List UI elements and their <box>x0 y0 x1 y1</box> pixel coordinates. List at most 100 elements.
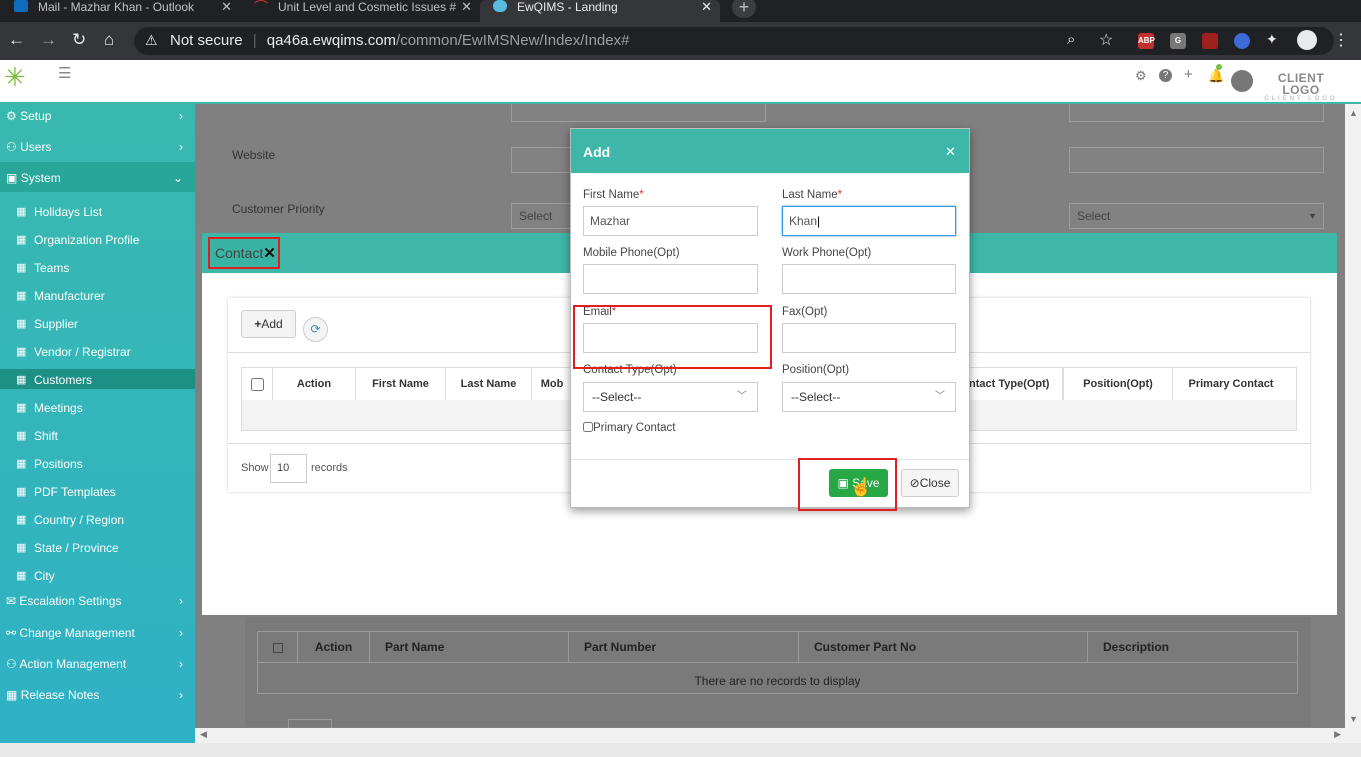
column-header-position[interactable]: Position(Opt) <box>1063 368 1173 400</box>
sidebar-item-city[interactable]: ▦ City <box>0 569 195 593</box>
contact-tab[interactable]: Contact✕ <box>208 237 280 269</box>
back-icon[interactable]: ← <box>8 30 25 50</box>
background-field <box>1069 104 1324 122</box>
sidebar-item-customers[interactable]: ▦ Customers <box>0 369 195 389</box>
reload-icon[interactable]: ↻ <box>72 30 86 50</box>
close-tab-icon[interactable]: ✕ <box>221 0 232 14</box>
browser-tab-ewqims[interactable]: EwQIMS - Landing ✕ <box>480 0 720 22</box>
sidebar-item-change-management[interactable]: ⚯ Change Management › <box>0 625 195 655</box>
system-icon: ▣ <box>6 171 18 185</box>
parts-column-description[interactable]: Description <box>1088 632 1297 662</box>
fax-input[interactable] <box>782 323 956 353</box>
sidebar-item-supplier[interactable]: ▦ Supplier <box>0 317 195 341</box>
zoom-icon[interactable]: ⌕ <box>1067 31 1075 48</box>
sidebar-item-holidays-list[interactable]: ▦ Holidays List <box>0 205 195 229</box>
user-avatar[interactable] <box>1231 70 1253 92</box>
modal-title: Add <box>583 144 611 160</box>
forward-icon[interactable]: → <box>40 30 57 50</box>
background-field[interactable] <box>1069 147 1324 173</box>
browser-tab-bar: Mail - Mazhar Khan - Outlook ✕ ⌒ Unit Le… <box>0 0 1361 22</box>
help-icon[interactable]: ? <box>1159 69 1172 82</box>
mobile-phone-label: Mobile Phone(Opt) <box>583 247 680 259</box>
vertical-scrollbar[interactable]: ▲ ▼ <box>1345 104 1361 728</box>
sidebar-item-manufacturer[interactable]: ▦ Manufacturer <box>0 289 195 313</box>
column-header-first-name[interactable]: First Name <box>356 368 446 400</box>
column-header-contact-type[interactable]: ntact Type(Opt) <box>969 368 1063 400</box>
parts-column-part-name[interactable]: Part Name <box>370 632 569 662</box>
sidebar-item-action-management[interactable]: ⚇ Action Management › <box>0 656 195 686</box>
chevron-right-icon: › <box>179 657 183 671</box>
pdf-extension-icon[interactable] <box>1202 33 1218 49</box>
column-header-action[interactable]: Action <box>273 368 356 400</box>
parts-select-all-checkbox[interactable] <box>272 642 283 653</box>
mobile-phone-input[interactable] <box>583 264 758 294</box>
hamburger-menu-icon[interactable]: ☰ <box>58 64 71 82</box>
notification-bell-icon[interactable]: 🔔 <box>1208 68 1224 84</box>
sidebar-item-shift[interactable]: ▦ Shift <box>0 429 195 453</box>
parts-column-part-number[interactable]: Part Number <box>569 632 799 662</box>
position-select[interactable]: --Select-- ﹀ <box>782 382 956 412</box>
customer-priority-label: Customer Priority <box>232 202 325 216</box>
browser-menu-icon[interactable]: ⋮ <box>1333 30 1349 50</box>
scroll-left-icon[interactable]: ◀ <box>200 729 207 740</box>
parts-column-customer-part-no[interactable]: Customer Part No <box>799 632 1088 662</box>
dropdown-arrow-icon: ▼ <box>1308 211 1317 221</box>
vpn-extension-icon[interactable] <box>1234 33 1250 49</box>
close-icon[interactable]: ✕ <box>263 245 276 262</box>
primary-contact-field: Primary Contact <box>583 422 675 434</box>
modal-close-icon[interactable]: ✕ <box>945 144 956 160</box>
sidebar-item-release-notes[interactable]: ▦ Release Notes › <box>0 687 195 717</box>
scroll-up-icon[interactable]: ▲ <box>1349 108 1358 118</box>
primary-contact-checkbox[interactable] <box>583 422 593 432</box>
position-label: Position(Opt) <box>782 364 850 376</box>
email-highlight-box <box>573 305 772 369</box>
sidebar-item-meetings[interactable]: ▦ Meetings <box>0 401 195 425</box>
browser-tab-outlook[interactable]: Mail - Mazhar Khan - Outlook ✕ <box>0 0 240 22</box>
sidebar-item-organization-profile[interactable]: ▦ Organization Profile <box>0 233 195 257</box>
sidebar-item-country-region[interactable]: ▦ Country / Region <box>0 513 195 537</box>
scroll-right-icon[interactable]: ▶ <box>1334 729 1341 740</box>
first-name-input[interactable]: Mazhar <box>583 206 758 236</box>
add-icon[interactable]: + <box>1184 66 1193 83</box>
column-header-primary-contact[interactable]: Primary Contact <box>1173 368 1289 400</box>
outlook-icon <box>14 0 28 12</box>
refresh-button[interactable]: ⟳ <box>303 317 328 342</box>
horizontal-scrollbar[interactable]: ◀ ▶ <box>195 728 1361 743</box>
scroll-down-icon[interactable]: ▼ <box>1349 714 1358 724</box>
close-button[interactable]: ⊘Close <box>901 469 959 497</box>
adblock-extension-icon[interactable]: ABP <box>1138 33 1155 49</box>
bookmark-star-icon[interactable]: ☆ <box>1099 30 1113 50</box>
contact-type-select[interactable]: --Select-- ﹀ <box>583 382 758 412</box>
sidebar-item-system[interactable]: ▣ System ⌄ <box>0 162 195 192</box>
grammar-extension-icon[interactable]: G <box>1170 33 1186 49</box>
extensions-puzzle-icon[interactable]: ✦ <box>1266 31 1278 48</box>
last-name-input[interactable]: Khan| <box>782 206 956 236</box>
select-all-checkbox[interactable] <box>250 377 264 391</box>
sidebar-item-vendor-registrar[interactable]: ▦ Vendor / Registrar <box>0 345 195 369</box>
user-edit-icon: ⚇ <box>6 657 17 671</box>
sidebar-item-setup[interactable]: ⚙ Setup › <box>0 108 195 138</box>
profile-avatar-icon[interactable] <box>1297 30 1317 50</box>
sidebar-item-state-province[interactable]: ▦ State / Province <box>0 541 195 565</box>
sidebar-item-positions[interactable]: ▦ Positions <box>0 457 195 481</box>
background-select[interactable]: Select ▼ <box>1069 203 1324 229</box>
column-header-last-name[interactable]: Last Name <box>446 368 532 400</box>
background-field <box>511 104 766 122</box>
column-header-mobile[interactable]: Mob <box>532 368 572 400</box>
sidebar-item-escalation-settings[interactable]: ✉ Escalation Settings › <box>0 593 195 623</box>
add-contact-button[interactable]: +Add <box>241 310 296 338</box>
home-icon[interactable]: ⌂ <box>104 30 114 50</box>
sidebar-item-teams[interactable]: ▦ Teams <box>0 261 195 285</box>
warning-icon[interactable]: ⚠ <box>145 32 158 49</box>
sidebar-item-pdf-templates[interactable]: ▦ PDF Templates <box>0 485 195 509</box>
app-logo-icon[interactable]: ✳ <box>4 64 26 90</box>
page-size-input[interactable]: 10 <box>270 454 307 483</box>
browser-tab-issues[interactable]: ⌒ Unit Level and Cosmetic Issues # ✕ <box>240 0 480 22</box>
work-phone-input[interactable] <box>782 264 956 294</box>
close-tab-icon[interactable]: ✕ <box>701 0 712 14</box>
settings-gear-icon[interactable]: ⚙ <box>1135 68 1147 84</box>
close-tab-icon[interactable]: ✕ <box>461 0 472 14</box>
parts-column-action[interactable]: Action <box>298 632 370 662</box>
work-phone-label: Work Phone(Opt) <box>782 247 872 259</box>
new-tab-button[interactable]: + <box>732 0 756 18</box>
